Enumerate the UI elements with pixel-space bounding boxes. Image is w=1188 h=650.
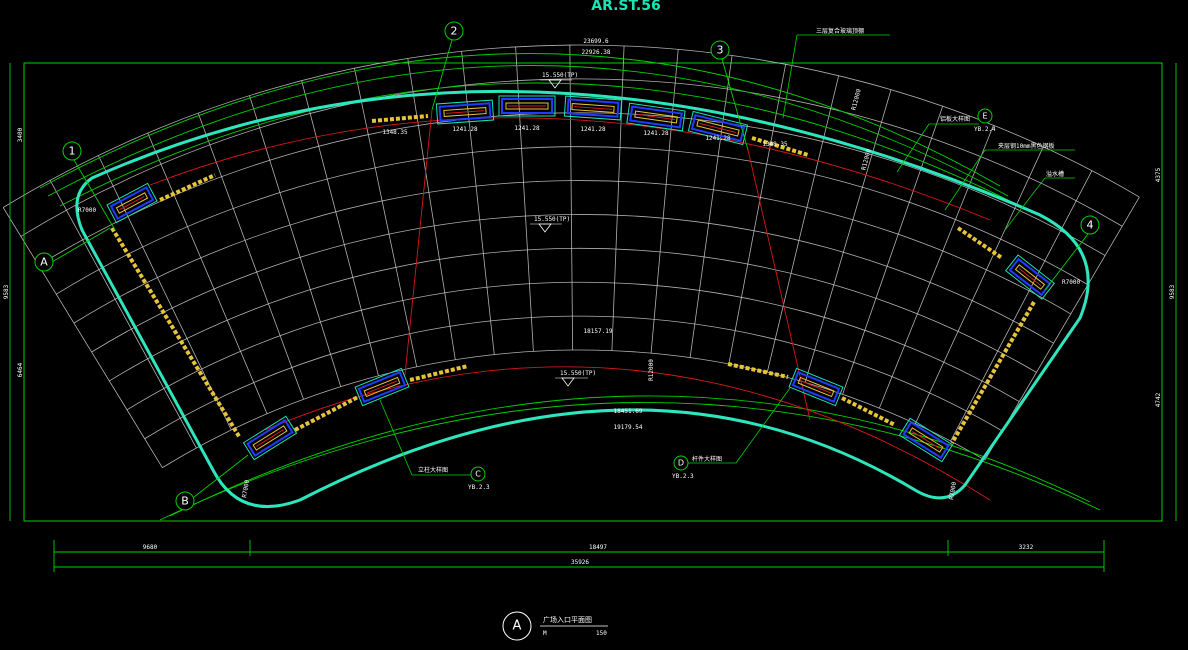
dim-right-total: 9583 (1169, 284, 1176, 299)
svg-text:YB.2.4: YB.2.4 (974, 126, 996, 133)
axis-bubble-1[interactable]: 1 (62, 141, 116, 231)
dim-overall-bottom: 35926 (571, 559, 589, 566)
callout-water-note[interactable]: 溢水槽 (1004, 170, 1075, 231)
cad-drawing-canvas[interactable]: AR.ST.56 1 2 3 4 A B 9680 18497 3232 359… (0, 0, 1188, 650)
svg-text:15.550(TP): 15.550(TP) (560, 370, 596, 377)
svg-text:C: C (475, 470, 481, 479)
axis-bubble-b[interactable]: B (175, 454, 249, 511)
svg-text:溢水槽: 溢水槽 (1046, 170, 1064, 178)
svg-text:夹层钢10mm黑色钢板: 夹层钢10mm黑色钢板 (998, 142, 1054, 150)
grid-radial-line (407, 58, 456, 360)
callout-top-note[interactable]: 三层复合玻璃顶棚 (782, 27, 890, 119)
sheet-header-label: AR.ST.56 (591, 0, 661, 14)
planter-unit (898, 417, 954, 463)
grid-radial-line (689, 55, 733, 358)
dim-right-part-b: 4742 (1155, 392, 1162, 407)
planter-units (106, 95, 1055, 463)
svg-text:15.550(TP): 15.550(TP) (542, 72, 578, 79)
radius-label-bottom-left: R7000 (241, 479, 251, 498)
axis-bubble-a-label: A (40, 256, 48, 269)
dim-segment-right: 3232 (1019, 544, 1034, 551)
dim-segment-mid: 18497 (589, 544, 607, 551)
top-segment-dim-label: 1241.28 (452, 126, 478, 133)
planter-unit (354, 367, 410, 407)
planter-unit (788, 367, 844, 407)
grid-radial-line (728, 64, 786, 365)
svg-text:铝板大样图: 铝板大样图 (940, 115, 970, 123)
planter-unit (435, 99, 495, 125)
top-segment-dim-label: 1241.28 (580, 126, 606, 133)
title-block-scale-right: 150 (596, 630, 607, 637)
grid-radial-line (611, 45, 625, 351)
elevation-marker-bottom: 15.550(TP) (555, 370, 596, 387)
grid-radial-line (2, 207, 163, 468)
dim-radius-mid: R12000 (648, 359, 655, 381)
svg-text:D: D (678, 459, 684, 468)
axis-bubble-2[interactable]: 2 (431, 21, 464, 111)
top-segment-dim-label: 1348.35 (762, 141, 788, 148)
dim-bottom-arc-inner: 18451.69 (614, 408, 643, 415)
top-segment-dim-label: 1241.28 (643, 130, 669, 137)
axis-bubble-1-label: 1 (69, 145, 76, 158)
callout-d[interactable]: 杆件大样图 D YB.2.3 (672, 387, 791, 480)
axis-bubble-4-label: 4 (1087, 219, 1094, 232)
axis-bubble-2-label: 2 (451, 25, 458, 38)
dim-radius-top: R12000 (850, 88, 862, 111)
planter-unit (563, 95, 623, 121)
paving-grid-arcs (2, 44, 1140, 468)
dim-left-total: 9583 (3, 284, 10, 299)
grid-arc-line (109, 247, 1037, 382)
radius-label-bottom-right: R7000 (948, 481, 958, 500)
svg-text:YB.2.3: YB.2.3 (672, 473, 694, 480)
dim-top-arc-inner: 22926.38 (582, 49, 611, 56)
top-segment-dimensions: 1348.35 1241.28 1241.28 1241.28 1241.28 1241.… (382, 125, 788, 148)
elevation-marker-center: 15.550(TP) (530, 216, 570, 233)
axis-bubble-a[interactable]: A (34, 227, 111, 272)
grid-radial-line (249, 95, 342, 387)
bench-strips (110, 114, 1036, 445)
slab-edge-outline (75, 90, 1090, 508)
grid-radial-line (301, 80, 379, 376)
dim-right-part-a: 4375 (1155, 167, 1162, 182)
dim-bottom-arc: 19179.54 (614, 424, 643, 431)
svg-text:杆件大样图: 杆件大样图 (692, 455, 722, 463)
title-block-title: 广场入口平面图 (543, 615, 592, 624)
top-segment-dim-label: 1241.28 (705, 135, 731, 142)
dim-inner-arc: 18157.19 (584, 328, 613, 335)
callout-c[interactable]: 立柱大样图 C YB.2.3 (379, 399, 490, 491)
planter-unit (242, 415, 298, 461)
svg-text:立柱大样图: 立柱大样图 (418, 466, 448, 474)
radius-label-top-left: R7000 (78, 207, 96, 214)
grid-radial-line (461, 51, 495, 355)
bottom-dimensions: 9680 18497 3232 35926 (53, 540, 1105, 572)
dim-left-part-a: 3400 (17, 127, 24, 142)
dim-top-arc: 23699.6 (583, 38, 609, 45)
title-block-scale-left: M (543, 630, 547, 637)
axis-bubble-3-label: 3 (717, 44, 724, 57)
dim-left-part-b: 6464 (17, 362, 24, 377)
grid-radial-line (569, 45, 574, 351)
axis-bubble-b-label: B (181, 495, 189, 508)
grid-radial-line (197, 112, 304, 400)
svg-text:E: E (982, 112, 987, 121)
grid-radial-line (804, 89, 892, 383)
paving-grid-radial (2, 45, 1140, 468)
title-block[interactable]: A 广场入口平面图 M 150 (502, 611, 608, 641)
top-segment-dim-label: 1348.35 (382, 129, 408, 136)
grid-radial-line (354, 68, 418, 367)
grid-arc-line (144, 315, 1003, 440)
elevation-marker-top: 15.550(TP) (540, 72, 578, 89)
dim-segment-left: 9680 (143, 544, 158, 551)
svg-text:三层复合玻璃顶棚: 三层复合玻璃顶棚 (816, 27, 864, 35)
grid-radial-line (650, 49, 679, 354)
radius-label-top-right: R7000 (1062, 279, 1080, 286)
title-block-bubble: A (513, 619, 522, 634)
planter-unit (498, 95, 556, 117)
grid-arc-line (162, 349, 986, 468)
svg-text:15.550(TP): 15.550(TP) (534, 216, 570, 223)
planter-unit (626, 102, 686, 132)
top-segment-dim-label: 1241.28 (514, 125, 540, 132)
grid-radial-line (49, 180, 197, 449)
svg-text:YB.2.3: YB.2.3 (468, 484, 490, 491)
